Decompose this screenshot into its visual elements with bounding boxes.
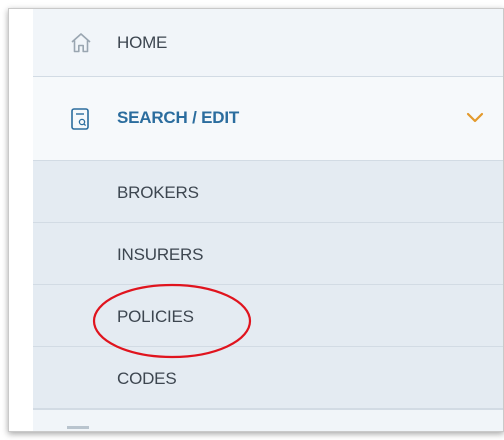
submenu-item-policies[interactable]: POLICIES	[33, 285, 503, 347]
partial-icon	[67, 426, 89, 429]
next-nav-item-partial[interactable]	[33, 409, 503, 431]
sidebar-nav: HOME SEARCH / EDIT BROKERS INSURERS POLI…	[33, 9, 503, 431]
submenu-item-insurers[interactable]: INSURERS	[33, 223, 503, 285]
search-document-icon	[69, 107, 91, 131]
nav-item-home[interactable]: HOME	[33, 9, 503, 77]
submenu-item-label: CODES	[117, 369, 177, 388]
submenu-item-label: BROKERS	[117, 183, 199, 202]
submenu-item-label: INSURERS	[117, 245, 204, 264]
nav-item-search-edit-label: SEARCH / EDIT	[117, 108, 240, 127]
submenu-item-codes[interactable]: CODES	[33, 347, 503, 409]
home-icon	[69, 31, 93, 55]
submenu-item-label: POLICIES	[117, 307, 194, 326]
screenshot-frame: HOME SEARCH / EDIT BROKERS INSURERS POLI…	[8, 8, 504, 432]
nav-item-home-label: HOME	[117, 33, 168, 52]
submenu-item-brokers[interactable]: BROKERS	[33, 161, 503, 223]
nav-item-search-edit[interactable]: SEARCH / EDIT	[33, 77, 503, 161]
chevron-down-icon[interactable]	[465, 111, 485, 125]
